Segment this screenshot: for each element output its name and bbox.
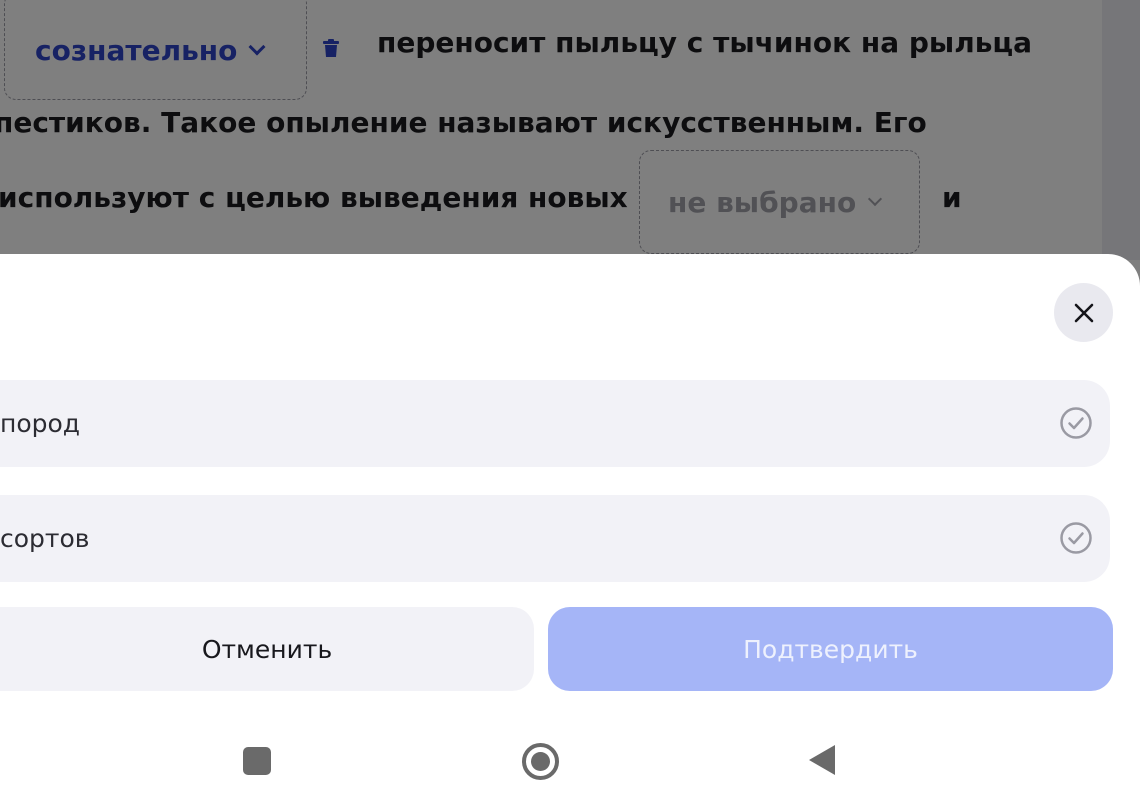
option-label: сортов xyxy=(0,524,90,553)
back-icon[interactable] xyxy=(809,745,835,775)
check-circle-icon xyxy=(1060,407,1092,439)
close-button[interactable] xyxy=(1054,283,1113,342)
option-item-2[interactable]: сортов xyxy=(0,495,1110,582)
system-navigation-bar xyxy=(0,720,1140,801)
check-circle-icon xyxy=(1060,522,1092,554)
option-item-1[interactable]: пород xyxy=(0,380,1110,467)
recent-apps-icon[interactable] xyxy=(243,747,271,775)
cancel-button[interactable]: Отменить xyxy=(0,607,534,691)
options-bottom-sheet: пород сортов Отменить Подтвердить xyxy=(0,254,1140,801)
option-label: пород xyxy=(0,409,81,438)
confirm-button[interactable]: Подтвердить xyxy=(548,607,1113,691)
home-icon[interactable] xyxy=(522,743,559,780)
close-icon xyxy=(1074,303,1093,322)
